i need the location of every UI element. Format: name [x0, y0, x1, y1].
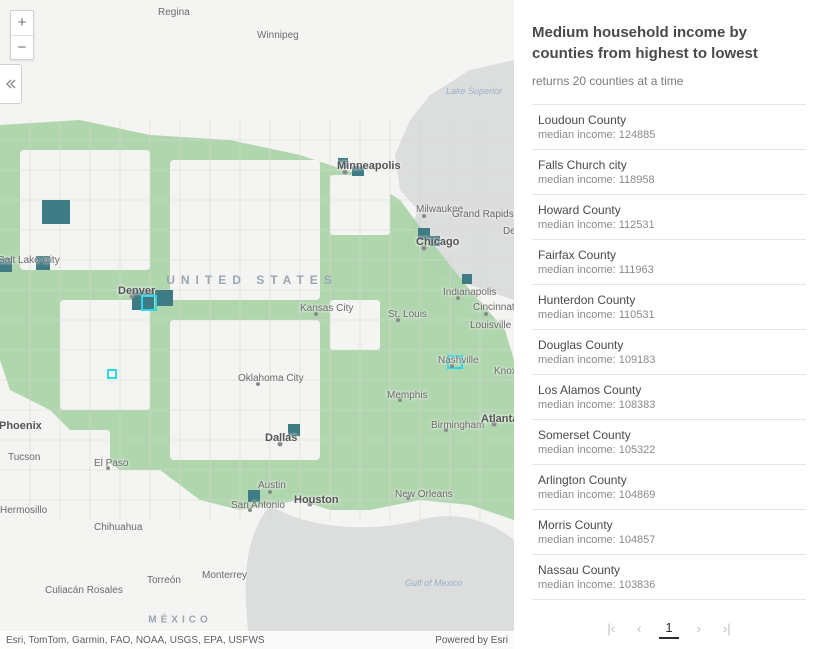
county-income: median income: 111963 — [538, 264, 800, 276]
zoom-in-button[interactable]: + — [11, 11, 33, 35]
city-label: De — [503, 226, 514, 237]
country-label-us: UNITED STATES — [166, 273, 338, 287]
county-name: Arlington County — [538, 473, 800, 487]
county-row[interactable]: Fairfax County median income: 111963 — [532, 240, 806, 285]
city-label: Louisville — [470, 320, 511, 331]
city-label: St. Louis — [388, 309, 427, 320]
county-row[interactable]: Nassau County median income: 103836 — [532, 555, 806, 600]
county-income: median income: 109183 — [538, 354, 800, 366]
city-label: Chihuahua — [94, 522, 142, 533]
city-label: Minneapolis — [337, 160, 401, 172]
zoom-out-button[interactable]: − — [11, 35, 33, 59]
expand-panel-tab[interactable] — [0, 64, 22, 104]
attribution-sources: Esri, TomTom, Garmin, FAO, NOAA, USGS, E… — [6, 635, 265, 646]
county-name: Nassau County — [538, 563, 800, 577]
chevron-left-double-icon — [5, 78, 17, 90]
city-label: Phoenix — [0, 420, 42, 432]
county-name: Loudoun County — [538, 113, 800, 127]
city-label: Nashville — [438, 355, 479, 366]
county-row[interactable]: Douglas County median income: 109183 — [532, 330, 806, 375]
city-label: Grand Rapids — [452, 209, 514, 220]
county-name: Howard County — [538, 203, 800, 217]
zoom-control: + − — [10, 10, 34, 60]
county-income: median income: 110531 — [538, 309, 800, 321]
label-lake-superior: Lake Superior — [446, 86, 502, 96]
page-last-button[interactable]: ›| — [719, 617, 735, 640]
county-list[interactable]: Loudoun County median income: 124885 Falls… — [532, 104, 806, 607]
pagination: |‹ ‹ 1 › ›| — [532, 607, 806, 649]
county-income: median income: 104857 — [538, 534, 800, 546]
county-row[interactable]: Loudoun County median income: 124885 — [532, 105, 806, 150]
city-label: Tucson — [8, 452, 40, 463]
county-name: Hunterdon County — [538, 293, 800, 307]
city-label: Oklahoma City — [238, 373, 304, 384]
county-income: median income: 112531 — [538, 219, 800, 231]
city-label: Austin — [258, 480, 286, 491]
county-row[interactable]: Morris County median income: 104857 — [532, 510, 806, 555]
side-panel: Medium household income by counties from… — [514, 0, 814, 649]
county-income: median income: 104869 — [538, 489, 800, 501]
panel-subtitle: returns 20 counties at a time — [532, 74, 806, 88]
county-row[interactable]: Fairfax citymedian income: 103320 — [532, 600, 806, 607]
city-label: El Paso — [94, 458, 128, 469]
city-label: San Antonio — [231, 500, 285, 511]
county-name: Douglas County — [538, 338, 800, 352]
city-label: Dallas — [265, 432, 297, 444]
basemap-svg — [0, 0, 514, 649]
county-income: median income: 108383 — [538, 399, 800, 411]
city-label: Cincinnati — [473, 302, 514, 313]
county-row[interactable]: Los Alamos County median income: 108383 — [532, 375, 806, 420]
city-label: Culiacán Rosales — [45, 585, 123, 596]
city-label: Birmingham — [431, 420, 484, 431]
city-label: Atlanta — [481, 413, 514, 425]
city-label: New Orleans — [395, 489, 453, 500]
page-current: 1 — [659, 618, 678, 639]
county-name: Fairfax County — [538, 248, 800, 262]
page-next-button[interactable]: › — [693, 617, 705, 640]
city-label: Memphis — [387, 390, 428, 401]
city-label: Kansas City — [300, 303, 353, 314]
app-root: UNITED STATES MÉXICO Lake Superior Gulf … — [0, 0, 814, 649]
county-income: median income: 103836 — [538, 579, 800, 591]
country-label-mx: MÉXICO — [148, 615, 211, 626]
page-first-button[interactable]: |‹ — [603, 617, 619, 640]
county-name: Los Alamos County — [538, 383, 800, 397]
city-label: Salt Lake City — [0, 255, 60, 266]
city-label: Denver — [118, 285, 155, 297]
city-label: Indianapolis — [443, 287, 496, 298]
page-prev-button[interactable]: ‹ — [633, 617, 645, 640]
county-income: median income: 105322 — [538, 444, 800, 456]
county-name: Somerset County — [538, 428, 800, 442]
city-label: Winnipeg — [257, 30, 299, 41]
city-label: Hermosillo — [0, 505, 47, 516]
city-label: Torreón — [147, 575, 181, 586]
city-label: Houston — [294, 494, 339, 506]
county-row[interactable]: Somerset County median income: 105322 — [532, 420, 806, 465]
county-row[interactable]: Hunterdon County median income: 110531 — [532, 285, 806, 330]
county-row[interactable]: Howard County median income: 112531 — [532, 195, 806, 240]
city-label: Monterrey — [202, 570, 247, 581]
attribution-powered: Powered by Esri — [435, 635, 508, 646]
label-gulf-mexico: Gulf of Mexico — [405, 578, 463, 588]
city-label: Knoxville — [494, 366, 514, 377]
city-label: Regina — [158, 7, 190, 18]
county-row[interactable]: Arlington County median income: 104869 — [532, 465, 806, 510]
county-income: median income: 118958 — [538, 174, 800, 186]
county-name: Morris County — [538, 518, 800, 532]
county-row[interactable]: Falls Church city median income: 118958 — [532, 150, 806, 195]
panel-title: Medium household income by counties from… — [532, 22, 806, 64]
county-name: Falls Church city — [538, 158, 800, 172]
map-pane[interactable]: UNITED STATES MÉXICO Lake Superior Gulf … — [0, 0, 514, 649]
county-income: median income: 124885 — [538, 129, 800, 141]
map-attribution: Esri, TomTom, Garmin, FAO, NOAA, USGS, E… — [0, 631, 514, 649]
city-label: Chicago — [416, 236, 459, 248]
